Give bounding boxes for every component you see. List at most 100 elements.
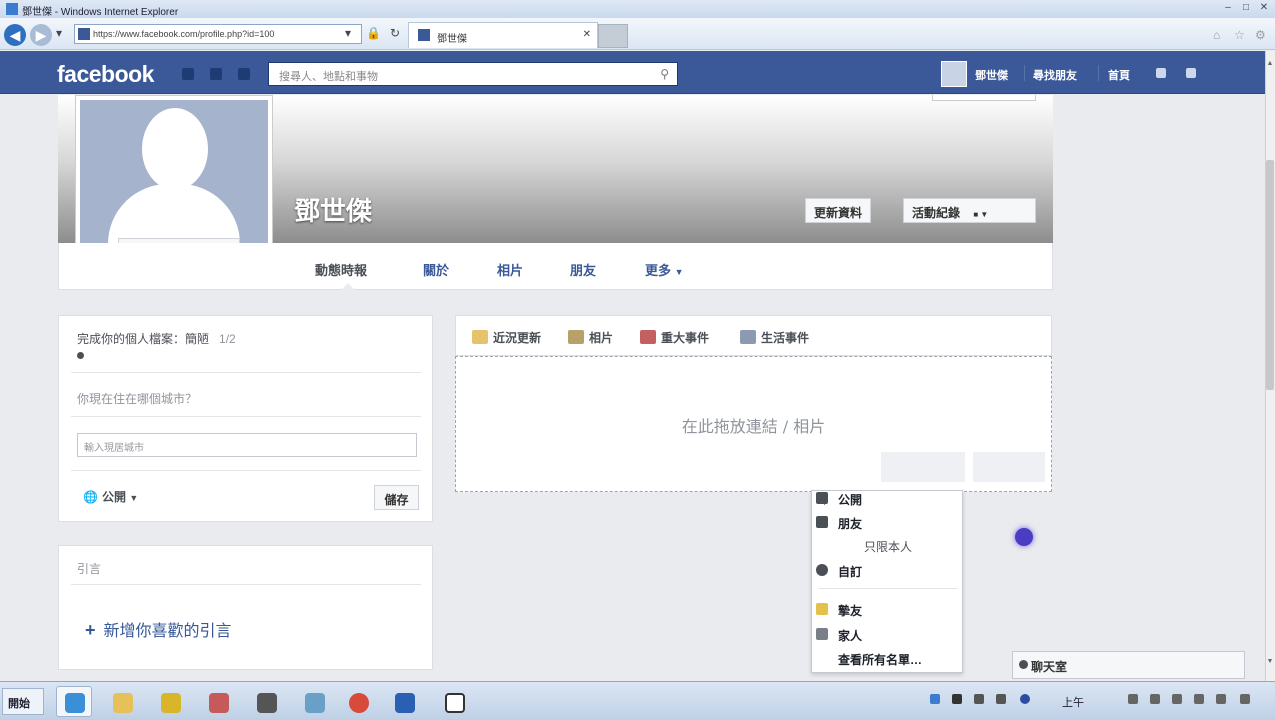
user-avatar[interactable] xyxy=(941,61,967,87)
complete-profile-card: 完成你的個人檔案：簡陋 1/2 你現在住在哪個城市？ 輸入現居城市 🌐 公開 ▼ 儲… xyxy=(58,315,433,522)
taskbar-app-9[interactable] xyxy=(436,686,472,717)
scroll-thumb[interactable] xyxy=(1266,160,1274,390)
refresh-icon[interactable]: ↻ xyxy=(390,26,404,42)
account-settings-icon[interactable] xyxy=(1186,68,1196,78)
tray-icon[interactable] xyxy=(952,694,962,704)
messages-icon[interactable] xyxy=(210,68,222,80)
tray-icon[interactable] xyxy=(930,694,940,704)
tray-icon[interactable] xyxy=(1216,694,1226,704)
minimize-icon[interactable]: – xyxy=(1222,2,1234,14)
maximize-icon[interactable]: □ xyxy=(1240,2,1252,14)
life-event-tab[interactable]: 生活事件 xyxy=(740,329,809,346)
find-friends-link[interactable]: 尋找朋友 xyxy=(1033,67,1077,83)
taskbar-ie[interactable] xyxy=(56,686,92,717)
update-info-button[interactable]: 更新資料 xyxy=(805,198,872,223)
browser-tab[interactable]: 鄧世傑 ✕ xyxy=(408,22,598,48)
help-icon[interactable] xyxy=(1020,694,1030,704)
scroll-up-icon[interactable]: ▲ xyxy=(1266,60,1274,70)
taskbar-app-3[interactable] xyxy=(152,686,188,717)
chat-sidebar-tab[interactable]: 聊天室 xyxy=(1012,651,1245,679)
dropdown-arrow-icon[interactable]: ▾ xyxy=(56,26,70,42)
friend-requests-icon[interactable] xyxy=(182,68,194,80)
chat-icon xyxy=(1019,660,1028,669)
privacy-shortcuts-icon[interactable] xyxy=(1156,68,1166,78)
notifications-icon[interactable] xyxy=(238,68,250,80)
address-url: https://www.facebook.com/profile.php?id=… xyxy=(93,29,275,39)
facebook-logo[interactable]: facebook xyxy=(57,61,154,88)
mouse-cursor-highlight xyxy=(1015,528,1033,546)
search-icon[interactable]: ⚲ xyxy=(660,67,669,81)
address-bar[interactable]: https://www.facebook.com/profile.php?id=… xyxy=(74,24,362,44)
taskbar-app-6[interactable] xyxy=(296,686,332,717)
menu-item-friends[interactable]: 朋友 xyxy=(816,515,862,532)
milestone-icon xyxy=(640,330,656,344)
gear-icon xyxy=(816,564,828,576)
taskbar-explorer[interactable] xyxy=(104,686,140,717)
close-tab-icon[interactable]: ✕ xyxy=(583,29,591,40)
settings-gear-icon[interactable]: ⚙ xyxy=(1255,28,1266,42)
tab-about[interactable]: 關於 xyxy=(423,260,449,279)
current-city-input[interactable]: 輸入現居城市 xyxy=(77,433,417,457)
status-update-tab[interactable]: 近況更新 xyxy=(472,329,541,346)
see-all-lists-link[interactable]: 查看所有名單… xyxy=(838,651,922,668)
more-options-icon[interactable]: ■ ▼ xyxy=(973,210,988,219)
word-icon xyxy=(395,693,415,713)
taskbar-chrome[interactable] xyxy=(340,686,376,717)
divider xyxy=(71,470,421,471)
menu-item-close-friends[interactable]: 摯友 xyxy=(816,602,862,619)
add-quote-link[interactable]: + 新增你喜歡的引言 xyxy=(85,617,232,641)
tab-photos[interactable]: 相片 xyxy=(497,260,523,279)
user-name-link[interactable]: 鄧世傑 xyxy=(975,67,1008,83)
tab-more[interactable]: 更多 ▼ xyxy=(645,260,684,279)
taskbar-clock[interactable]: 上午 xyxy=(1062,694,1084,710)
home-link[interactable]: 首頁 xyxy=(1108,67,1130,83)
taskbar-app-4[interactable] xyxy=(200,686,236,717)
composer-ghost-button xyxy=(881,452,965,482)
back-button[interactable]: ◀ xyxy=(4,24,26,46)
address-dropdown-icon[interactable]: ▾ xyxy=(345,26,359,42)
photo-tab[interactable]: 相片 xyxy=(568,329,613,346)
folder-icon xyxy=(113,693,133,713)
volume-icon[interactable] xyxy=(1150,694,1160,704)
pencil-icon xyxy=(472,330,488,344)
drop-zone-text: 在此拖放連結 / 相片 xyxy=(681,417,826,436)
divider xyxy=(71,584,421,585)
start-button[interactable]: 開始 xyxy=(2,688,44,715)
drop-zone[interactable]: 在此拖放連結 / 相片 xyxy=(455,356,1052,492)
header-divider xyxy=(1098,65,1099,81)
browser-title-bar: 鄧世傑 - Windows Internet Explorer – □ ✕ xyxy=(0,0,1275,18)
new-tab-button[interactable] xyxy=(598,24,628,48)
search-input[interactable]: 搜尋人、地點和事物 ⚲ xyxy=(268,62,678,86)
privacy-selector[interactable]: 🌐 公開 ▼ xyxy=(83,488,138,505)
tray-icon[interactable] xyxy=(974,694,984,704)
tray-icon[interactable] xyxy=(1194,694,1204,704)
tray-icon[interactable] xyxy=(1240,694,1250,704)
facebook-favicon-icon xyxy=(78,28,90,40)
activity-log-button[interactable]: 活動紀錄 ■ ▼ xyxy=(903,198,1036,223)
forward-button[interactable]: ▶ xyxy=(30,24,52,46)
taskbar-app-5[interactable] xyxy=(248,686,284,717)
privacy-dropdown-menu: ▼ 公開 朋友 只限本人 自訂 摯友 家人 查看所有名單… xyxy=(811,490,963,673)
network-icon[interactable] xyxy=(1128,694,1138,704)
taskbar-word[interactable] xyxy=(386,686,422,717)
close-window-icon[interactable]: ✕ xyxy=(1258,2,1270,14)
tray-icon[interactable] xyxy=(1172,694,1182,704)
menu-item-family[interactable]: 家人 xyxy=(816,627,862,644)
milestone-tab[interactable]: 重大事件 xyxy=(640,329,709,346)
menu-item-only-me[interactable]: 只限本人 xyxy=(864,538,912,555)
menu-item-public[interactable]: 公開 xyxy=(816,491,862,508)
profile-name[interactable]: 鄧世傑 xyxy=(294,191,372,228)
media-icon xyxy=(257,693,277,713)
lock-icon[interactable]: 🔒 xyxy=(366,26,381,42)
save-button[interactable]: 儲存 xyxy=(374,485,419,510)
menu-item-custom[interactable]: 自訂 xyxy=(816,563,862,580)
divider xyxy=(71,372,421,373)
star-icon xyxy=(816,603,828,615)
scroll-down-icon[interactable]: ▼ xyxy=(1266,658,1274,668)
progress-dot-icon xyxy=(77,352,84,359)
tray-icon[interactable] xyxy=(996,694,1006,704)
tab-timeline[interactable]: 動態時報 xyxy=(315,260,367,279)
favorites-icon[interactable]: ☆ xyxy=(1234,28,1245,42)
tab-friends[interactable]: 朋友 xyxy=(570,260,596,279)
home-icon[interactable]: ⌂ xyxy=(1213,28,1220,42)
